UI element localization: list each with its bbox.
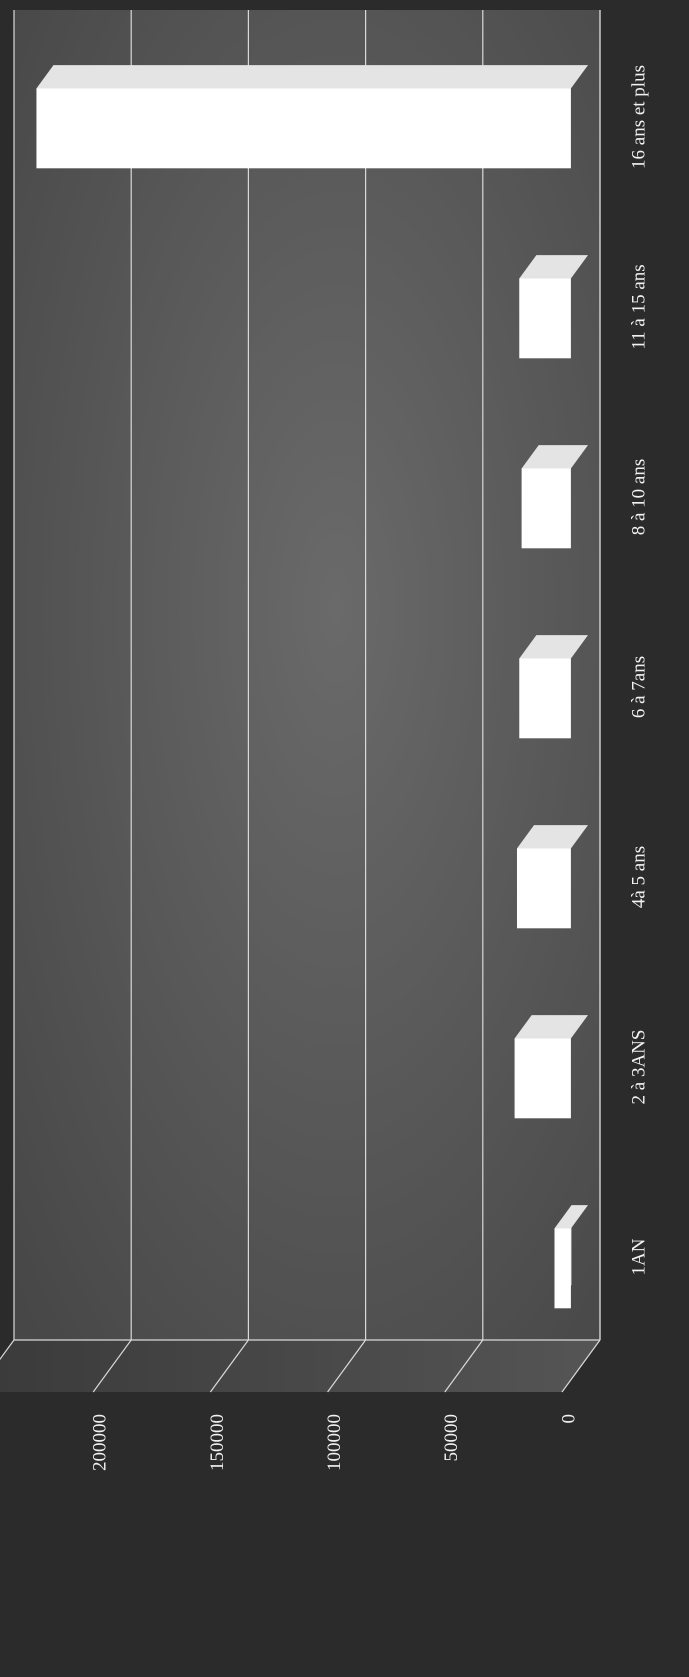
plot-back-wall [14,10,600,1340]
bar-side [36,65,588,89]
category-label: 1AN [628,1238,649,1275]
plot-floor [0,1340,600,1392]
value-tick-label: 200000 [90,1414,111,1471]
bar [36,65,588,169]
bar-chart: 050000100000150000200000250000 1AN2 à 3A… [0,0,689,1677]
category-label: 8 à 10 ans [628,459,649,536]
bar-face [519,658,571,739]
value-tick-label: 50000 [441,1414,462,1462]
bar-face [521,468,571,549]
bar-face [36,88,571,169]
category-label: 16 ans et plus [628,65,649,169]
bar-face [514,1038,571,1119]
bar-face [516,848,571,929]
bar-face [554,1228,571,1309]
value-tick-label: 0 [558,1414,579,1424]
chart-area: 050000100000150000200000250000 1AN2 à 3A… [0,0,689,1677]
value-tick-label: 100000 [324,1414,345,1471]
category-label: 6 à 7ans [628,656,649,718]
category-label: 4à 5 ans [628,846,649,908]
category-label: 11 à 15 ans [628,264,649,349]
bar-face [519,278,571,359]
category-label: 2 à 3ANS [628,1030,649,1105]
value-tick-label: 150000 [207,1414,228,1471]
